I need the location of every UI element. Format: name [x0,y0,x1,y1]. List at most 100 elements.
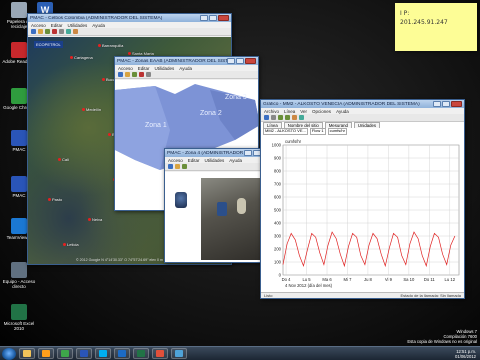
menu-linea[interactable]: Línea [284,109,295,114]
taskbar-item[interactable] [57,348,73,359]
menu-editar[interactable]: Editar [188,158,200,163]
graph-titlebar[interactable]: Gráfico - MM2 - ALKOSTO VENECIA (ADMINIS… [261,100,464,108]
maximize-button[interactable] [236,58,244,64]
sticky-line-2: 201.245.91.247 [400,19,448,26]
units-field[interactable]: cumfs/hr [327,128,347,135]
refresh-icon[interactable] [182,164,187,169]
graph-window[interactable]: Gráfico - MM2 - ALKOSTO VENECIA (ADMINIS… [260,99,465,299]
menu-opciones[interactable]: Opciones [312,109,331,114]
map-titlebar[interactable]: PMAC - Celbos Colombia (ADMINISTRADOR DE… [28,14,231,22]
map-pin[interactable]: Leticia [63,242,79,247]
folder-icon[interactable] [125,72,130,77]
site-field[interactable]: MM2 - ALKOSTO VE... [263,128,308,135]
menu-ayuda[interactable]: Ayuda [336,109,349,114]
close-button[interactable] [218,15,229,21]
menu-editar[interactable]: Editar [51,23,63,28]
close-button[interactable] [245,58,256,64]
maximize-button[interactable] [209,15,217,21]
taskbar-item[interactable] [76,348,92,359]
cursor-icon[interactable] [292,115,297,120]
desktop-icon-6[interactable]: Equipo - Acceso directo [2,262,36,289]
folder-icon[interactable] [175,164,180,169]
close-button[interactable] [451,101,462,107]
taskbar-item[interactable] [114,348,130,359]
print-icon[interactable] [271,115,276,120]
zone-2-label[interactable]: Zona 2 [200,110,222,117]
graph-icon[interactable] [66,29,71,34]
menu-editar[interactable]: Editar [138,66,150,71]
adobe-reader-icon [11,42,27,58]
stop-icon[interactable] [52,29,57,34]
measurand-field[interactable]: Flow 1 [309,128,326,135]
pin-icon [102,78,105,81]
menu-utilidades[interactable]: Utilidades [205,158,225,163]
taskbar-item[interactable] [133,348,149,359]
menu-acceso[interactable]: Acceso [118,66,133,71]
map-pin[interactable]: Neiva [88,217,102,222]
tab-linea[interactable]: Línea [263,122,282,128]
start-button[interactable] [2,347,16,360]
taskbar-item[interactable] [19,348,35,359]
graph-statusbar: Listo Estado de la llamada: Sin llamada [261,292,464,298]
folder-icon[interactable] [38,29,43,34]
zoom-icon[interactable] [59,29,64,34]
desktop-icon-label: Microsoft Excel 2010 [3,321,35,331]
edit-icon[interactable] [73,29,78,34]
zone4-titlebar[interactable]: PMAC - Zona 4 (ADMINISTRADOR DEL SISTEMA… [165,149,275,157]
minimize-button[interactable] [227,58,235,64]
menu-acceso[interactable]: Acceso [31,23,46,28]
stop-icon[interactable] [139,72,144,77]
open-icon[interactable] [118,72,123,77]
grid-icon[interactable] [299,115,304,120]
open-icon[interactable] [31,29,36,34]
y-tick-label: 100 [274,259,282,264]
menu-ver[interactable]: Ver [300,109,307,114]
teamviewer-icon [11,218,27,234]
map-pin[interactable]: Cartagena [70,55,93,60]
flow-chart[interactable]: cumfs/hr01002003004005006007008009001000… [261,135,465,298]
zones-titlebar[interactable]: PMAC - Zonas EAAB (ADMINISTRADOR DEL SIS… [115,57,258,65]
open-icon[interactable] [168,164,173,169]
zone-3-label[interactable]: Zona 3 [225,94,247,101]
minimize-button[interactable] [244,150,252,156]
menu-utilidades[interactable]: Utilidades [155,66,175,71]
system-clock[interactable]: 12:51 p.m. 01/06/2012 [455,349,476,359]
tab-mesurand[interactable]: Mesurand [324,122,352,128]
sticky-note[interactable]: I P: 201.245.91.247 [395,3,477,51]
zone-1-label[interactable]: Zona 1 [145,122,167,129]
taskbar-item[interactable] [95,348,111,359]
menu-ayuda[interactable]: Ayuda [92,23,105,28]
tab-unidades[interactable]: Unidades [353,122,381,128]
map-pin[interactable]: Cali [58,157,69,162]
map-pin[interactable]: Pasto [48,197,62,202]
x-tick-label: Vi 9 [385,277,393,282]
taskbar-item[interactable] [152,348,168,359]
minimize-button[interactable] [433,101,441,107]
menu-ayuda[interactable]: Ayuda [229,158,242,163]
zoom-in-icon[interactable] [278,115,283,120]
refresh-icon[interactable] [45,29,50,34]
y-tick-label: 700 [274,181,282,186]
refresh-icon[interactable] [132,72,137,77]
recycle-bin-icon [11,2,27,18]
menu-acceso[interactable]: Acceso [168,158,183,163]
zone4-window-title: PMAC - Zona 4 (ADMINISTRADOR DEL SISTEMA… [167,150,244,156]
map-pin[interactable]: Medellín [82,107,101,112]
excel-icon [137,350,145,357]
taskbar-item[interactable] [171,348,187,359]
meter-device-icon[interactable] [175,192,187,208]
menu-ayuda[interactable]: Ayuda [179,66,192,71]
save-icon[interactable] [264,115,269,120]
paint-icon [156,350,164,357]
zone4-content [165,172,275,262]
menu-archivo[interactable]: Archivo [264,109,279,114]
map-pin[interactable]: Barranquilla [98,43,123,48]
maximize-button[interactable] [442,101,450,107]
tab-nombre-sitio[interactable]: Nombre del sitio [283,122,323,128]
zoom-icon[interactable] [146,72,151,77]
menu-utilidades[interactable]: Utilidades [68,23,88,28]
desktop-icon-7[interactable]: Microsoft Excel 2010 [2,304,36,331]
zoom-out-icon[interactable] [285,115,290,120]
minimize-button[interactable] [200,15,208,21]
taskbar-item[interactable] [38,348,54,359]
